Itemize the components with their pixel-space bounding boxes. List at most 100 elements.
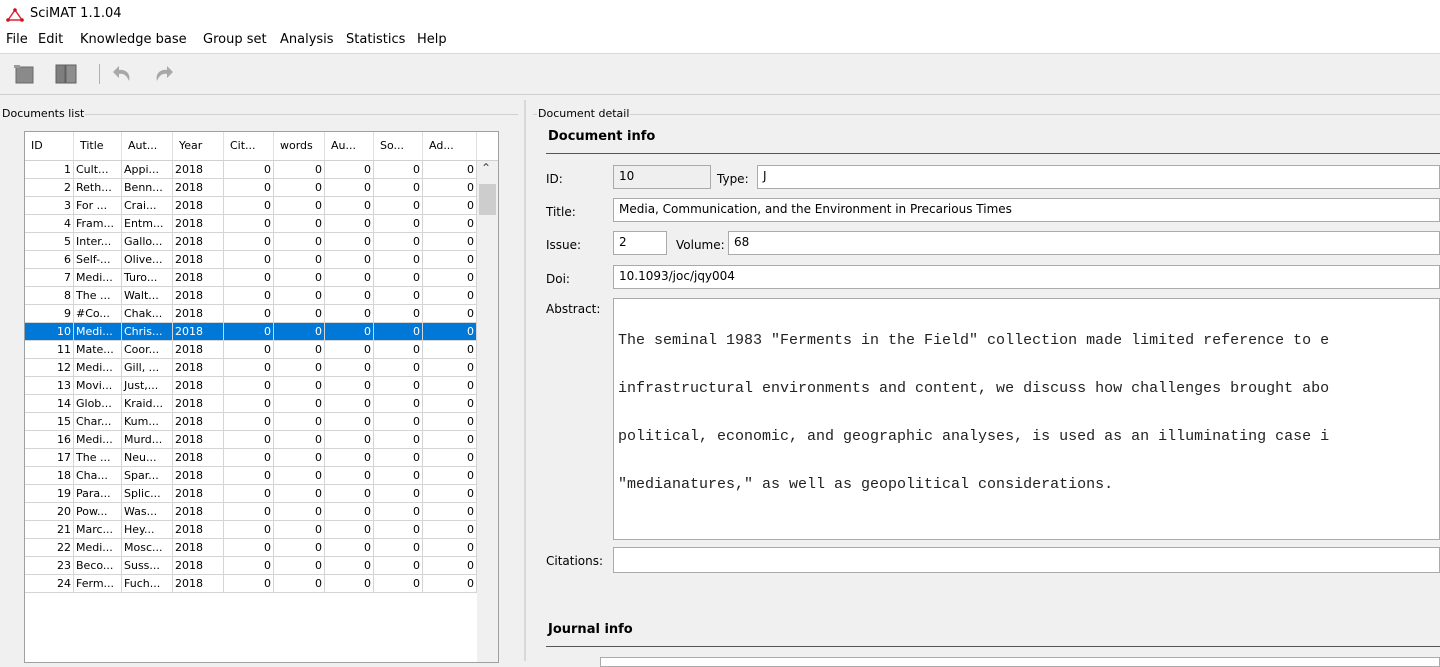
table-row[interactable]: 7 Medi... Turo... 2018 0 0 0 0 0 [25,269,477,287]
table-cell[interactable]: 0 [274,233,325,251]
table-cell[interactable]: 0 [374,359,423,377]
table-cell[interactable]: 14 [25,395,74,413]
table-cell[interactable]: Movi... [74,377,122,395]
table-cell[interactable]: 0 [224,161,274,179]
table-cell[interactable]: 2018 [173,179,224,197]
table-cell[interactable]: Turo... [122,269,173,287]
menu-edit[interactable]: Edit [38,32,63,47]
table-cell[interactable]: 0 [374,503,423,521]
table-cell[interactable]: 0 [423,467,477,485]
table-cell[interactable]: 0 [423,485,477,503]
menu-group-set[interactable]: Group set [203,32,267,47]
table-cell[interactable]: 0 [423,449,477,467]
table-cell[interactable]: 0 [325,467,374,485]
table-row[interactable]: 24 Ferm... Fuch... 2018 0 0 0 0 0 [25,575,477,593]
table-cell[interactable]: 2018 [173,215,224,233]
table-cell[interactable]: 0 [274,161,325,179]
table-cell[interactable]: 2018 [173,485,224,503]
table-cell[interactable]: 0 [374,179,423,197]
table-cell[interactable]: 0 [224,521,274,539]
table-cell[interactable]: 0 [274,305,325,323]
table-cell[interactable]: 0 [423,377,477,395]
menu-file[interactable]: File [6,32,28,47]
table-cell[interactable]: Benn... [122,179,173,197]
table-cell[interactable]: 0 [325,305,374,323]
table-row[interactable]: 4 Fram... Entm... 2018 0 0 0 0 0 [25,215,477,233]
table-cell[interactable]: Splic... [122,485,173,503]
table-cell[interactable]: 2018 [173,341,224,359]
table-cell[interactable]: 0 [224,251,274,269]
table-cell[interactable]: 0 [325,557,374,575]
table-cell[interactable]: Glob... [74,395,122,413]
table-cell[interactable]: 0 [374,197,423,215]
table-cell[interactable]: 2018 [173,521,224,539]
table-cell[interactable]: 0 [423,557,477,575]
table-cell[interactable]: 0 [224,341,274,359]
table-cell[interactable]: 3 [25,197,74,215]
table-cell[interactable]: 0 [423,395,477,413]
table-cell[interactable]: Medi... [74,539,122,557]
table-cell[interactable]: 0 [325,503,374,521]
table-cell[interactable]: 0 [274,341,325,359]
table-cell[interactable]: 0 [274,449,325,467]
table-cell[interactable]: 0 [423,161,477,179]
table-cell[interactable]: Para... [74,485,122,503]
table-cell[interactable]: 9 [25,305,74,323]
table-cell[interactable]: 0 [423,521,477,539]
table-cell[interactable]: 19 [25,485,74,503]
scroll-up-icon[interactable]: ⌃ [481,161,491,175]
table-cell[interactable]: 0 [224,323,274,341]
table-cell[interactable]: 0 [274,359,325,377]
table-cell[interactable]: 0 [325,233,374,251]
col-author-words[interactable]: Au... [325,132,374,160]
col-source[interactable]: So... [374,132,423,160]
table-cell[interactable]: 0 [423,323,477,341]
table-cell[interactable]: 2018 [173,323,224,341]
table-cell[interactable]: Ferm... [74,575,122,593]
table-cell[interactable]: 0 [374,575,423,593]
table-cell[interactable]: 0 [423,305,477,323]
table-cell[interactable]: 0 [274,251,325,269]
table-cell[interactable]: 0 [423,359,477,377]
table-row[interactable]: 15 Char... Kum... 2018 0 0 0 0 0 [25,413,477,431]
table-row[interactable]: 18 Cha... Spar... 2018 0 0 0 0 0 [25,467,477,485]
table-cell[interactable]: 0 [325,395,374,413]
table-cell[interactable]: 2018 [173,233,224,251]
table-cell[interactable]: 22 [25,539,74,557]
table-cell[interactable]: 0 [374,251,423,269]
table-cell[interactable]: 12 [25,359,74,377]
table-cell[interactable]: Crai... [122,197,173,215]
table-cell[interactable]: 0 [374,449,423,467]
table-cell[interactable]: Char... [74,413,122,431]
doi-field[interactable]: 10.1093/joc/jqy004 [613,265,1440,289]
table-cell[interactable]: 0 [224,377,274,395]
table-cell[interactable]: 1 [25,161,74,179]
table-row[interactable]: 8 The ... Walt... 2018 0 0 0 0 0 [25,287,477,305]
table-cell[interactable]: Pow... [74,503,122,521]
table-row[interactable]: 6 Self-... Olive... 2018 0 0 0 0 0 [25,251,477,269]
table-cell[interactable]: Coor... [122,341,173,359]
table-cell[interactable]: Beco... [74,557,122,575]
table-cell[interactable]: Fuch... [122,575,173,593]
table-cell[interactable]: 0 [374,233,423,251]
table-cell[interactable]: 0 [423,197,477,215]
table-cell[interactable]: 21 [25,521,74,539]
table-cell[interactable]: 2018 [173,269,224,287]
table-cell[interactable]: Medi... [74,359,122,377]
table-cell[interactable]: 2 [25,179,74,197]
table-cell[interactable]: 2018 [173,503,224,521]
table-cell[interactable]: 0 [374,323,423,341]
col-authors[interactable]: Aut... [122,132,173,160]
table-row[interactable]: 22 Medi... Mosc... 2018 0 0 0 0 0 [25,539,477,557]
table-cell[interactable]: For ... [74,197,122,215]
col-id[interactable]: ID [25,132,74,160]
volume-field[interactable]: 68 [728,231,1440,255]
table-cell[interactable]: 16 [25,431,74,449]
table-cell[interactable]: 0 [374,341,423,359]
documents-table[interactable]: ID Title Aut... Year Cit... words Au... … [24,131,499,663]
table-cell[interactable]: 0 [325,287,374,305]
table-cell[interactable]: 0 [224,233,274,251]
table-cell[interactable]: 2018 [173,287,224,305]
table-cell[interactable]: 2018 [173,395,224,413]
table-cell[interactable]: 13 [25,377,74,395]
